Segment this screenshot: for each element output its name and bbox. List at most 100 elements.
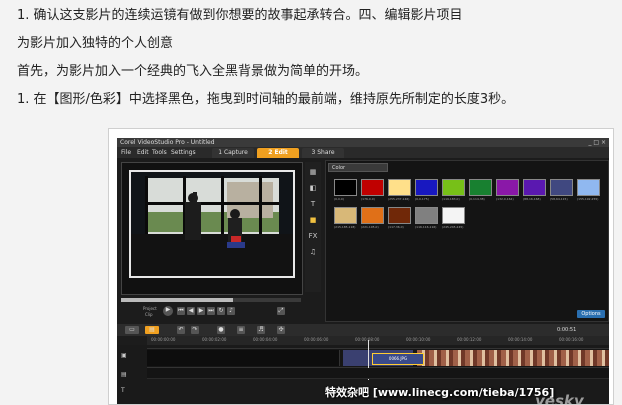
record-icon[interactable]: ● (217, 326, 225, 334)
color-swatch[interactable] (361, 179, 384, 196)
yesky-logo: yesky (535, 392, 584, 405)
color-swatch[interactable] (388, 207, 411, 224)
graphic-icon[interactable]: ■ (308, 216, 318, 225)
preview-panel (121, 162, 303, 295)
section-paragraph: 为影片加入独特的个人创意 (17, 36, 174, 51)
redo-icon[interactable]: ↷ (191, 326, 199, 334)
ruler-tick: 00:00:12:00 (457, 337, 482, 342)
overlay-track-icon[interactable]: ▤ (121, 369, 143, 380)
tab-capture-num: 1 (218, 149, 223, 156)
timeline-view-icon[interactable]: ▤ (145, 326, 159, 334)
menu-bar: File Edit Tools Settings (117, 147, 609, 158)
color-swatch-label: (0,114,38) (469, 197, 485, 201)
enlarge-icon[interactable]: ⤢ (277, 307, 285, 315)
color-swatch-label: (119,183,0) (442, 197, 460, 201)
color-swatch[interactable] (334, 207, 357, 224)
intro-paragraph: 首先，为影片加入一个经典的飞入全黑背景做为简单的开场。 (17, 64, 369, 79)
color-swatch-label: (176,0,0) (361, 197, 375, 201)
color-swatch[interactable] (442, 179, 465, 196)
timeline-ruler[interactable]: 00:00:00:00 00:00:02:00 00:00:04:00 00:0… (147, 336, 609, 345)
preview-scrubber[interactable] (121, 298, 301, 302)
playback-controls: Project Clip ▶ ⏮ ◀ ▶ ⏭ ↻ ♪ ⤢ (121, 304, 301, 320)
color-swatch[interactable] (334, 179, 357, 196)
auto-music-icon[interactable]: ♬ (257, 326, 265, 334)
timeline-toolbar: ▭ ▤ ↶ ↷ ● ≡ ♬ ✣ 0:00:51 (117, 324, 609, 336)
tab-edit[interactable]: 2 Edit (257, 148, 299, 158)
project-mode-label[interactable]: Project (143, 306, 157, 311)
color-swatch[interactable] (577, 179, 600, 196)
repeat-icon[interactable]: ↻ (217, 307, 225, 315)
tab-edit-label: Edit (274, 149, 288, 156)
color-swatch[interactable] (415, 179, 438, 196)
article: 1. 确认这支影片的连续运镜有做到你想要的故事起承转合。四、编辑影片项目 为影片… (0, 0, 622, 405)
filter-icon[interactable]: FX (308, 232, 318, 241)
watermark-text: 特效杂吧 [www.linecg.com/tieba/1756] (325, 386, 555, 399)
tab-edit-num: 2 (268, 149, 273, 156)
prev-frame-icon[interactable]: ◀ (187, 307, 195, 315)
color-swatch-label: (221,105,0) (361, 225, 379, 229)
photo-sequence-clip[interactable] (417, 350, 609, 366)
ruler-tick: 00:00:16:00 (559, 337, 584, 342)
menu-file[interactable]: File (121, 147, 131, 158)
color-swatch[interactable] (388, 179, 411, 196)
color-swatch[interactable] (469, 179, 492, 196)
play-icon[interactable]: ▶ (163, 306, 173, 316)
overlay-track[interactable] (147, 368, 609, 379)
color-swatch[interactable] (415, 207, 438, 224)
color-swatch[interactable] (496, 179, 519, 196)
color-swatch-label: (88,16,168) (523, 197, 541, 201)
color-swatch-label: (117,36,0) (388, 225, 404, 229)
volume-icon[interactable]: ♪ (227, 307, 235, 315)
timecode-display: 0:00:51 (557, 327, 577, 333)
color-swatch-label: (245,245,245) (442, 225, 464, 229)
video-track-icon[interactable]: ▣ (121, 350, 143, 361)
menu-tools[interactable]: Tools (152, 147, 167, 158)
color-swatch[interactable] (550, 179, 573, 196)
ruler-tick: 00:00:14:00 (508, 337, 533, 342)
preview-frame-image (131, 172, 293, 276)
media-icon[interactable]: ▦ (308, 168, 318, 177)
window-title: Corel VideoStudio Pro - Untitled (117, 138, 609, 147)
video-track[interactable]: 0066.JPG (147, 340, 609, 380)
motion-icon[interactable]: ✣ (277, 326, 285, 334)
color-swatch-label: (116,116,116) (415, 225, 437, 229)
color-swatch-label: (215,185,118) (334, 225, 356, 229)
tab-capture-label: Capture (223, 149, 248, 156)
home-icon[interactable]: ⏮ (177, 307, 185, 315)
audio-icon[interactable]: ♫ (308, 248, 318, 257)
options-button[interactable]: Options (577, 310, 605, 318)
color-swatch-label: (58,64,115) (550, 197, 568, 201)
color-swatch[interactable] (523, 179, 546, 196)
storyboard-view-icon[interactable]: ▭ (125, 326, 139, 334)
color-swatch[interactable] (361, 207, 384, 224)
scrubber-fill (121, 298, 233, 302)
color-library: Color (0,0,0) (176,0,0) (255,237,146) (0,0,… (325, 160, 609, 322)
ruler-tick: 00:00:10:00 (406, 337, 431, 342)
title-icon[interactable]: T (308, 200, 318, 209)
tab-share-label: Share (317, 149, 335, 156)
mixer-icon[interactable]: ≡ (237, 326, 245, 334)
tab-share[interactable]: 3 Share (302, 148, 344, 158)
color-swatch-label: (0,0,175) (415, 197, 429, 201)
step-paragraph-1: 1. 确认这支影片的连续运镜有做到你想要的故事起承转合。四、编辑影片项目 (17, 8, 463, 23)
end-icon[interactable]: ⏭ (207, 307, 215, 315)
next-frame-icon[interactable]: ▶ (197, 307, 205, 315)
instruction-paragraph: 1. 在【图形/色彩】中选择黑色，拖曳到时间轴的最前端，维持原先所制定的长度3秒… (17, 92, 515, 107)
undo-icon[interactable]: ↶ (177, 326, 185, 334)
clip-mode-label[interactable]: Clip (145, 312, 153, 317)
menu-settings[interactable]: Settings (171, 147, 196, 158)
color-swatch[interactable] (442, 207, 465, 224)
window-controls[interactable]: _ □ × (588, 138, 606, 147)
library-category-select[interactable]: Color (328, 163, 388, 172)
menu-edit[interactable]: Edit (137, 147, 149, 158)
transition-icon[interactable]: ◧ (308, 184, 318, 193)
app-screenshot: Corel VideoStudio Pro - Untitled _ □ × F… (108, 128, 614, 405)
black-color-clip[interactable] (147, 350, 340, 366)
color-swatch-label: (132,0,164) (496, 197, 514, 201)
preview-window[interactable] (129, 170, 295, 278)
tab-share-num: 3 (311, 149, 316, 156)
title-track-icon[interactable]: T (121, 385, 143, 396)
color-swatch-label: (155,192,255) (577, 197, 599, 201)
ruler-tick: 00:00:02:00 (202, 337, 227, 342)
tab-capture[interactable]: 1 Capture (212, 148, 254, 158)
